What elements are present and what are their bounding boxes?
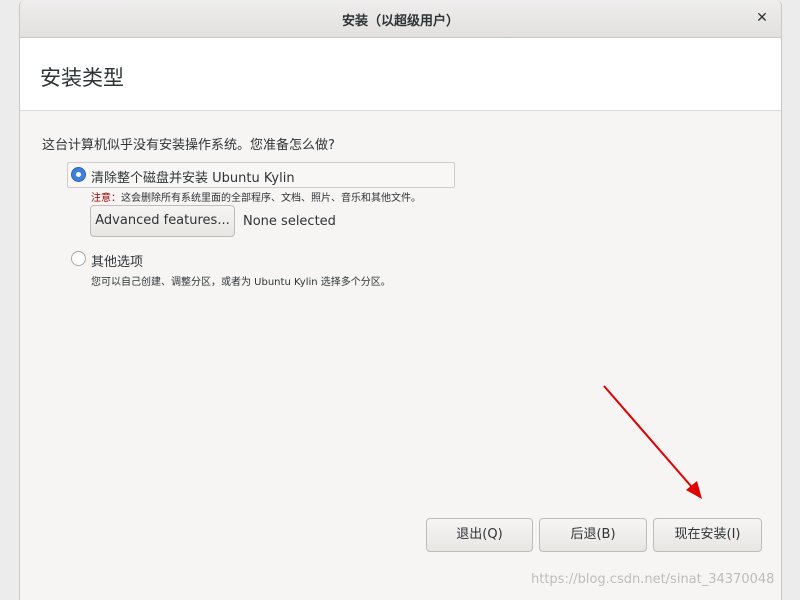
note-prefix: 注意： (91, 193, 121, 204)
advanced-features-button[interactable]: Advanced features... (90, 205, 235, 237)
other-options-description: 您可以自己创建、调整分区，或者为 Ubuntu Kylin 选择多个分区。 (91, 277, 391, 288)
option-erase-disk-label[interactable]: 清除整个磁盘并安装 Ubuntu Kylin (91, 167, 295, 186)
erase-warning-note: 注意：这会删除所有系统里面的全部程序、文档、照片、音乐和其他文件。 (91, 189, 421, 204)
close-icon[interactable]: ✕ (751, 7, 773, 29)
radio-erase-disk[interactable] (71, 167, 86, 182)
page-header: 安装类型 (20, 38, 781, 111)
quit-button[interactable]: 退出(Q) (426, 518, 533, 552)
radio-other-options[interactable] (71, 251, 86, 266)
radio-selected-dot (76, 172, 81, 177)
note-text: 这会删除所有系统里面的全部程序、文档、照片、音乐和其他文件。 (121, 193, 421, 204)
back-button[interactable]: 后退(B) (539, 518, 647, 552)
advanced-status: None selected (243, 214, 336, 229)
installer-window: 安装（以超级用户） ✕ 安装类型 这台计算机似乎没有安装操作系统。您准备怎么做?… (19, 0, 782, 600)
page-title: 安装类型 (40, 66, 124, 90)
watermark-text: https://blog.csdn.net/sinat_34370048 (531, 572, 775, 587)
install-question: 这台计算机似乎没有安装操作系统。您准备怎么做? (42, 138, 335, 153)
option-other-label[interactable]: 其他选项 (91, 251, 143, 270)
install-now-button[interactable]: 现在安装(I) (653, 518, 762, 552)
title-bar[interactable]: 安装（以超级用户） ✕ (20, 0, 781, 38)
window-title: 安装（以超级用户） (341, 14, 459, 29)
